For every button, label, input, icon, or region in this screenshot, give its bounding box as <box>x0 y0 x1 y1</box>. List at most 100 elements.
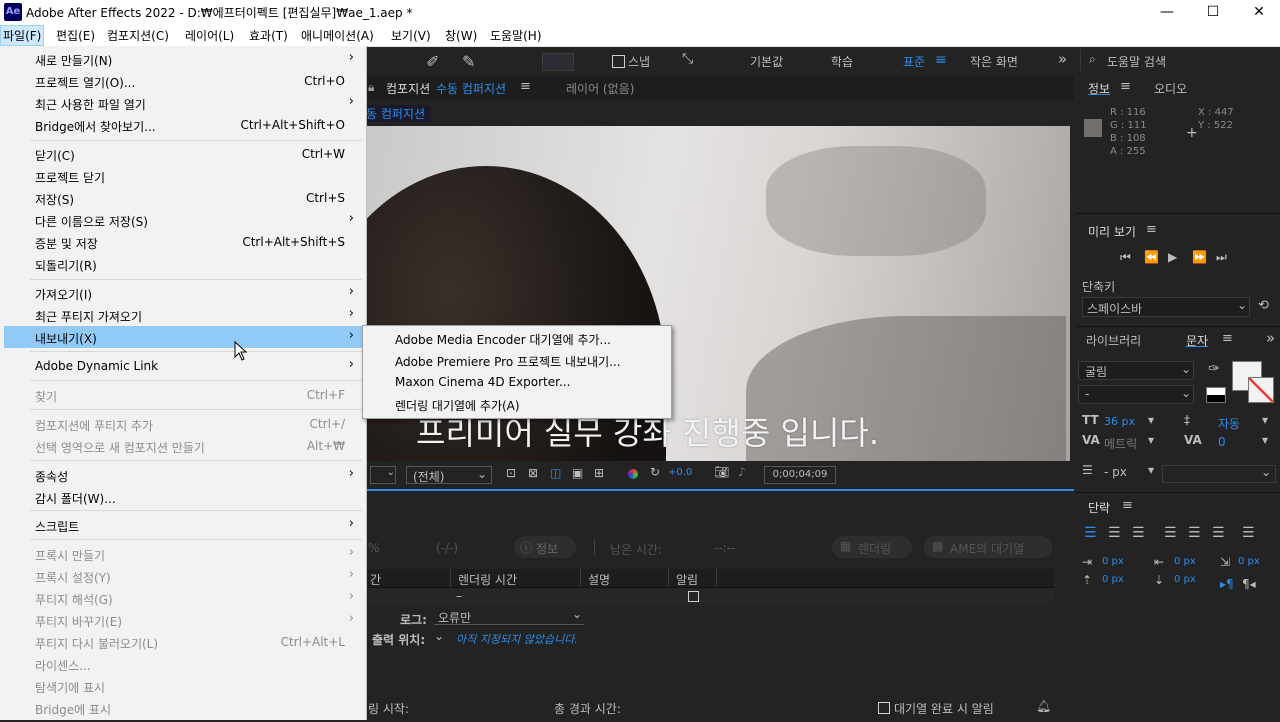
column-header[interactable]: 알림 <box>676 571 698 588</box>
menu-composition[interactable]: 컴포지션(C) <box>107 27 169 44</box>
snapshot-icon[interactable]: 📷︎ <box>714 465 729 479</box>
align-left-icon[interactable]: ☰ <box>1084 525 1097 541</box>
font-size-value[interactable]: 36 px <box>1104 415 1135 428</box>
menu-window[interactable]: 창(W) <box>445 27 477 44</box>
workspace-learn[interactable]: 학습 <box>831 53 853 70</box>
menu-item-increment-save[interactable]: 증분 및 저장 Ctrl+Alt+Shift+S <box>4 231 362 253</box>
eyedropper-icon[interactable]: ✑ <box>1208 361 1220 377</box>
justify-center-icon[interactable]: ☰ <box>1188 525 1201 541</box>
fast-previews-icon[interactable]: ⊞ <box>594 466 604 480</box>
transparency-grid-icon[interactable]: ⊠ <box>528 466 538 480</box>
justify-left-icon[interactable]: ☰ <box>1164 525 1177 541</box>
menu-item-import[interactable]: 가져오기(I) › <box>4 282 362 304</box>
menu-item-open-recent[interactable]: 최근 사용한 파일 열기 › <box>4 92 362 114</box>
info-tab-menu-icon[interactable]: ≡ <box>1120 79 1131 94</box>
leading-value[interactable]: 자동 <box>1218 415 1240 432</box>
paragraph-panel-menu-icon[interactable]: ≡ <box>1122 498 1133 513</box>
align-center-icon[interactable]: ☰ <box>1108 525 1121 541</box>
column-header[interactable]: 간 <box>370 571 381 588</box>
render-button[interactable]: ▦ 렌더링 <box>832 536 912 558</box>
mask-visibility-icon[interactable]: ◫ <box>550 466 561 480</box>
menu-item-close[interactable]: 닫기(C) Ctrl+W <box>4 143 362 165</box>
align-right-icon[interactable]: ☰ <box>1132 525 1145 541</box>
chevron-down-icon[interactable]: ▾ <box>1148 413 1154 427</box>
chevron-down-icon[interactable]: ⌄ <box>434 629 444 643</box>
last-frame-icon[interactable]: ⏭ <box>1216 250 1227 265</box>
play-icon[interactable]: ▶ <box>1168 250 1177 264</box>
menu-item-save[interactable]: 저장(S) Ctrl+S <box>4 187 362 209</box>
lock-icon[interactable]: 🔒︎ <box>368 80 374 95</box>
libraries-tab[interactable]: 라이브러리 <box>1086 332 1141 349</box>
menu-item-new-comp-from-selection[interactable]: 선택 영역으로 새 컴포지션 만들기 Alt+₩ <box>4 435 362 457</box>
column-header[interactable]: 설명 <box>588 571 610 588</box>
menu-item-close-project[interactable]: 프로젝트 닫기 <box>4 165 362 187</box>
menu-item-reveal-in-explorer[interactable]: 탐색기에 표시 <box>4 675 362 697</box>
submenu-item-export-premiere-project[interactable]: Adobe Premiere Pro 프로젝트 내보내기... <box>363 349 671 371</box>
show-snapshot-icon[interactable]: ♪ <box>738 465 746 479</box>
info-button[interactable]: ⓘ 정보 <box>514 536 576 558</box>
puppet-pin-icon[interactable]: ✐ <box>426 52 439 71</box>
log-select[interactable]: 오류만 ⌄ <box>434 607 584 625</box>
shortcut-select[interactable]: 스페이스바 ⌄ <box>1082 297 1250 317</box>
menu-item-interpret-footage[interactable]: 푸티지 해석(G) › <box>4 587 362 609</box>
menu-item-save-as[interactable]: 다른 이름으로 저장(S) › <box>4 209 362 231</box>
menu-item-add-footage-to-comp[interactable]: 컴포지션에 푸티지 추가 Ctrl+/ <box>4 413 362 435</box>
stroke-width-value[interactable]: - px <box>1104 465 1127 479</box>
menu-item-license[interactable]: 라이센스... <box>4 653 362 675</box>
menu-effect[interactable]: 효과(T) <box>249 27 288 44</box>
menu-animation[interactable]: 애니메이션(A) <box>301 27 374 44</box>
menu-item-replace-footage[interactable]: 푸티지 바꾸기(E) › <box>4 609 362 631</box>
menu-item-new[interactable]: 새로 만들기(N) › <box>4 48 362 70</box>
workspace-standard[interactable]: 표준 <box>903 53 925 70</box>
minimize-button[interactable]: — <box>1144 0 1190 24</box>
menu-item-export[interactable]: 내보내기(X) › <box>4 326 362 348</box>
stroke-type-select[interactable]: ⌄ <box>1162 465 1276 483</box>
help-search-input[interactable]: 도움말 검색 <box>1107 53 1166 70</box>
workspace-default[interactable]: 기본값 <box>750 53 783 70</box>
info-tab[interactable]: 정보 <box>1088 80 1110 97</box>
roto-tool-icon[interactable] <box>542 53 574 71</box>
character-tab-menu-icon[interactable]: ≡ <box>1222 331 1233 346</box>
menu-item-browse-bridge[interactable]: Bridge에서 찾아보기... Ctrl+Alt+Shift+O <box>4 114 362 136</box>
menu-view[interactable]: 보기(V) <box>391 27 431 44</box>
chevron-down-icon[interactable]: ▾ <box>1148 433 1154 447</box>
previous-frame-icon[interactable]: ⏪ <box>1144 250 1159 264</box>
workspace-overflow-icon[interactable]: » <box>1058 50 1067 68</box>
justify-right-icon[interactable]: ☰ <box>1212 525 1225 541</box>
left-to-right-icon[interactable]: ▸¶ <box>1220 577 1234 591</box>
menu-item-reload-footage[interactable]: 푸티지 다시 불러오기(L) Ctrl+Alt+L <box>4 631 362 653</box>
tracking-value[interactable]: 0 <box>1218 435 1226 449</box>
menu-edit[interactable]: 편집(E) <box>56 27 95 44</box>
font-family-select[interactable]: 굴림 ⌄ <box>1078 361 1194 380</box>
justify-all-icon[interactable]: ☰ <box>1242 525 1255 541</box>
menu-layer[interactable]: 레이어(L) <box>185 27 234 44</box>
chevron-down-icon[interactable]: ▾ <box>1262 413 1268 427</box>
menu-item-dependencies[interactable]: 종속성 › <box>4 464 362 486</box>
submenu-item-add-to-ame-queue[interactable]: Adobe Media Encoder 대기열에 추가... <box>363 327 671 349</box>
menu-item-find[interactable]: 찾기 Ctrl+F <box>4 384 362 406</box>
submenu-item-add-to-render-queue[interactable]: 렌더링 대기열에 추가(A) <box>363 393 671 415</box>
submenu-item-cinema4d-exporter[interactable]: Maxon Cinema 4D Exporter... <box>363 371 671 393</box>
panel-overflow-icon[interactable]: » <box>1266 329 1275 347</box>
space-before-value[interactable]: 0 px <box>1102 574 1124 585</box>
menu-item-create-proxy[interactable]: 프록시 만들기 › <box>4 543 362 565</box>
layer-tab[interactable]: 레이어 (없음) <box>566 80 634 97</box>
menu-item-open-project[interactable]: 프로젝트 열기(O)... Ctrl+O <box>4 70 362 92</box>
composition-tab-menu-icon[interactable]: ≡ <box>520 79 531 94</box>
comp-breadcrumb[interactable]: 동 컴퍼지션 <box>366 105 432 122</box>
channel-icon[interactable] <box>628 469 638 479</box>
indent-first-line-value[interactable]: 0 px <box>1238 556 1260 567</box>
column-header[interactable]: 렌더링 시간 <box>458 571 517 588</box>
maximize-button[interactable]: ☐ <box>1190 0 1236 24</box>
character-tab[interactable]: 문자 <box>1186 332 1208 349</box>
kerning-value[interactable]: 메트릭 <box>1104 435 1137 452</box>
notify-checkbox[interactable] <box>688 591 699 602</box>
right-to-left-icon[interactable]: ¶◂ <box>1242 577 1256 591</box>
audio-tab[interactable]: 오디오 <box>1154 80 1187 97</box>
snap-options-icon[interactable]: ⤡ <box>682 51 693 67</box>
space-after-value[interactable]: 0 px <box>1174 574 1196 585</box>
loop-icon[interactable]: ⟲ <box>1258 298 1269 313</box>
output-location-value[interactable]: 아직 지정되지 않았습니다. <box>456 631 578 647</box>
timecode-field[interactable]: 0;00;04;09 <box>764 466 836 484</box>
reset-exposure-icon[interactable]: ↻ <box>650 465 660 479</box>
